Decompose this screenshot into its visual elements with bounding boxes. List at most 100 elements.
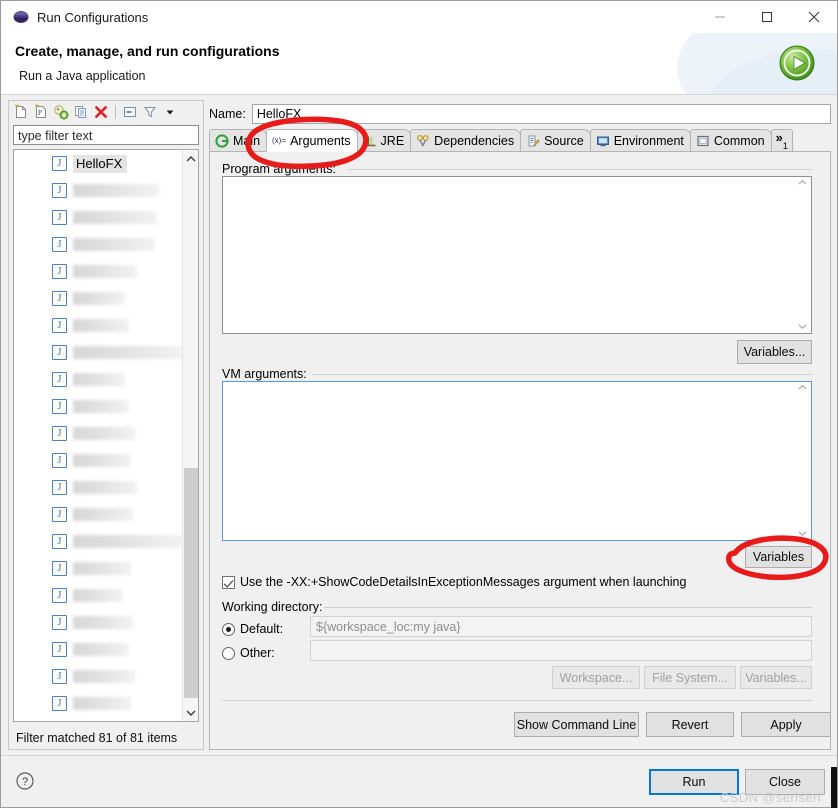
program-arguments-scrollbar[interactable] [795, 178, 810, 332]
tab-environment[interactable]: Environment [589, 129, 691, 151]
tab-source[interactable]: Source [520, 129, 591, 151]
list-item[interactable]: J [14, 690, 184, 717]
filter-input[interactable]: type filter text [13, 125, 199, 145]
help-icon[interactable]: ? [15, 771, 35, 791]
tab-overflow-button[interactable]: » 1 [770, 129, 793, 151]
java-class-icon: J [52, 615, 67, 630]
vm-arguments-input[interactable] [222, 381, 812, 541]
scroll-down-icon[interactable] [798, 529, 807, 539]
list-item[interactable]: J [14, 339, 184, 366]
scroll-up-icon[interactable] [798, 383, 807, 393]
java-class-icon: J [52, 399, 67, 414]
close-button[interactable] [790, 1, 837, 33]
main-tab-icon [215, 133, 229, 148]
working-directory-variables-button[interactable]: Variables... [740, 666, 812, 689]
list-item[interactable]: J [14, 393, 184, 420]
tree-scrollbar-thumb[interactable] [184, 468, 198, 698]
working-directory-other-label: Other: [240, 646, 275, 660]
list-item[interactable]: J [14, 420, 184, 447]
list-item[interactable]: J [14, 474, 184, 501]
arguments-tab-icon: (x)= [272, 134, 286, 148]
list-item[interactable]: J HelloFX [14, 150, 184, 177]
maximize-button[interactable] [743, 1, 790, 33]
show-command-line-button[interactable]: Show Command Line [514, 712, 639, 737]
vm-arguments-scrollbar[interactable] [795, 383, 810, 539]
list-item[interactable]: J [14, 501, 184, 528]
scroll-down-icon[interactable] [183, 704, 198, 721]
show-code-details-row[interactable]: Use the -XX:+ShowCodeDetailsInExceptionM… [222, 575, 686, 589]
list-item[interactable]: J [14, 609, 184, 636]
new-configuration-icon[interactable] [12, 103, 30, 121]
working-directory-group-bottom [222, 700, 812, 701]
arguments-tab-panel: Program arguments: Variables... VM argum… [209, 152, 831, 750]
java-class-icon: J [52, 669, 67, 684]
vm-arguments-variables-button[interactable]: Variables [745, 546, 812, 568]
working-directory-other-radio[interactable] [222, 646, 235, 660]
collapse-all-icon[interactable] [121, 103, 139, 121]
name-input[interactable]: HelloFX [251, 104, 831, 124]
list-item[interactable]: J [14, 204, 184, 231]
list-item[interactable]: J [14, 258, 184, 285]
working-directory-other-input[interactable] [310, 640, 812, 661]
filter-icon[interactable] [141, 103, 159, 121]
show-code-details-checkbox[interactable] [222, 575, 235, 589]
program-arguments-input[interactable] [222, 176, 812, 334]
minimize-button[interactable] [696, 1, 743, 33]
tree-scrollbar[interactable] [182, 150, 198, 721]
tree-item-label-redacted [73, 616, 133, 629]
list-item[interactable]: J [14, 582, 184, 609]
java-class-icon: J [52, 156, 67, 171]
working-directory-default-radio[interactable] [222, 622, 235, 636]
tree-item-label-redacted [73, 265, 137, 278]
revert-button[interactable]: Revert [646, 712, 734, 737]
list-item[interactable]: J [14, 177, 184, 204]
tree-item-label-redacted [73, 508, 133, 521]
export-configuration-icon[interactable] [52, 103, 70, 121]
list-item[interactable]: J [14, 231, 184, 258]
tab-common[interactable]: Common [689, 129, 772, 151]
working-directory-default-row[interactable]: Default: [222, 622, 283, 636]
scroll-up-icon[interactable] [183, 150, 198, 167]
java-class-icon: J [52, 642, 67, 657]
list-item[interactable]: J [14, 447, 184, 474]
working-directory-file-system-button[interactable]: File System... [644, 666, 736, 689]
name-label: Name: [209, 107, 246, 121]
tree-item-label-redacted [73, 373, 125, 386]
tree-item-label-redacted [73, 319, 129, 332]
tab-jre[interactable]: JRE [356, 129, 412, 151]
java-class-icon: J [52, 426, 67, 441]
apply-button[interactable]: Apply [741, 712, 831, 737]
list-item[interactable]: J [14, 663, 184, 690]
java-class-icon: J [52, 453, 67, 468]
working-directory-workspace-button[interactable]: Workspace... [552, 666, 640, 689]
java-class-icon: J [52, 183, 67, 198]
tab-label: Main [233, 133, 261, 148]
scroll-down-icon[interactable] [798, 322, 807, 332]
view-menu-icon[interactable] [161, 103, 179, 121]
list-item[interactable]: J [14, 636, 184, 663]
configurations-toolbar: P [9, 101, 203, 123]
list-item[interactable]: J [14, 285, 184, 312]
window-controls [696, 1, 837, 33]
duplicate-configuration-icon[interactable] [72, 103, 90, 121]
tree-item-label-redacted [73, 400, 129, 413]
dialog-body: P type filter text J HelloFX J J J J J J… [1, 95, 837, 755]
list-item[interactable]: J [14, 312, 184, 339]
vm-arguments-label: VM arguments: [222, 367, 311, 381]
delete-configuration-icon[interactable] [92, 103, 110, 121]
tab-main[interactable]: Main [209, 129, 268, 151]
working-directory-default-input[interactable]: ${workspace_loc:my java} [310, 616, 812, 637]
show-code-details-label: Use the -XX:+ShowCodeDetailsInExceptionM… [240, 575, 687, 589]
list-item[interactable]: J [14, 528, 184, 555]
tab-arguments[interactable]: (x)= Arguments [266, 129, 358, 152]
tab-dependencies[interactable]: Dependencies [410, 129, 522, 151]
configurations-tree[interactable]: J HelloFX JJJJJJJJJJJJJJJJJJJJ [13, 149, 199, 722]
working-directory-other-row[interactable]: Other: [222, 646, 275, 660]
new-prototype-icon[interactable]: P [32, 103, 50, 121]
list-item[interactable]: J [14, 366, 184, 393]
list-item[interactable]: J [14, 555, 184, 582]
program-arguments-variables-button[interactable]: Variables... [737, 340, 812, 364]
java-class-icon: J [52, 588, 67, 603]
scroll-up-icon[interactable] [798, 178, 807, 188]
tab-label: Arguments [290, 133, 351, 148]
